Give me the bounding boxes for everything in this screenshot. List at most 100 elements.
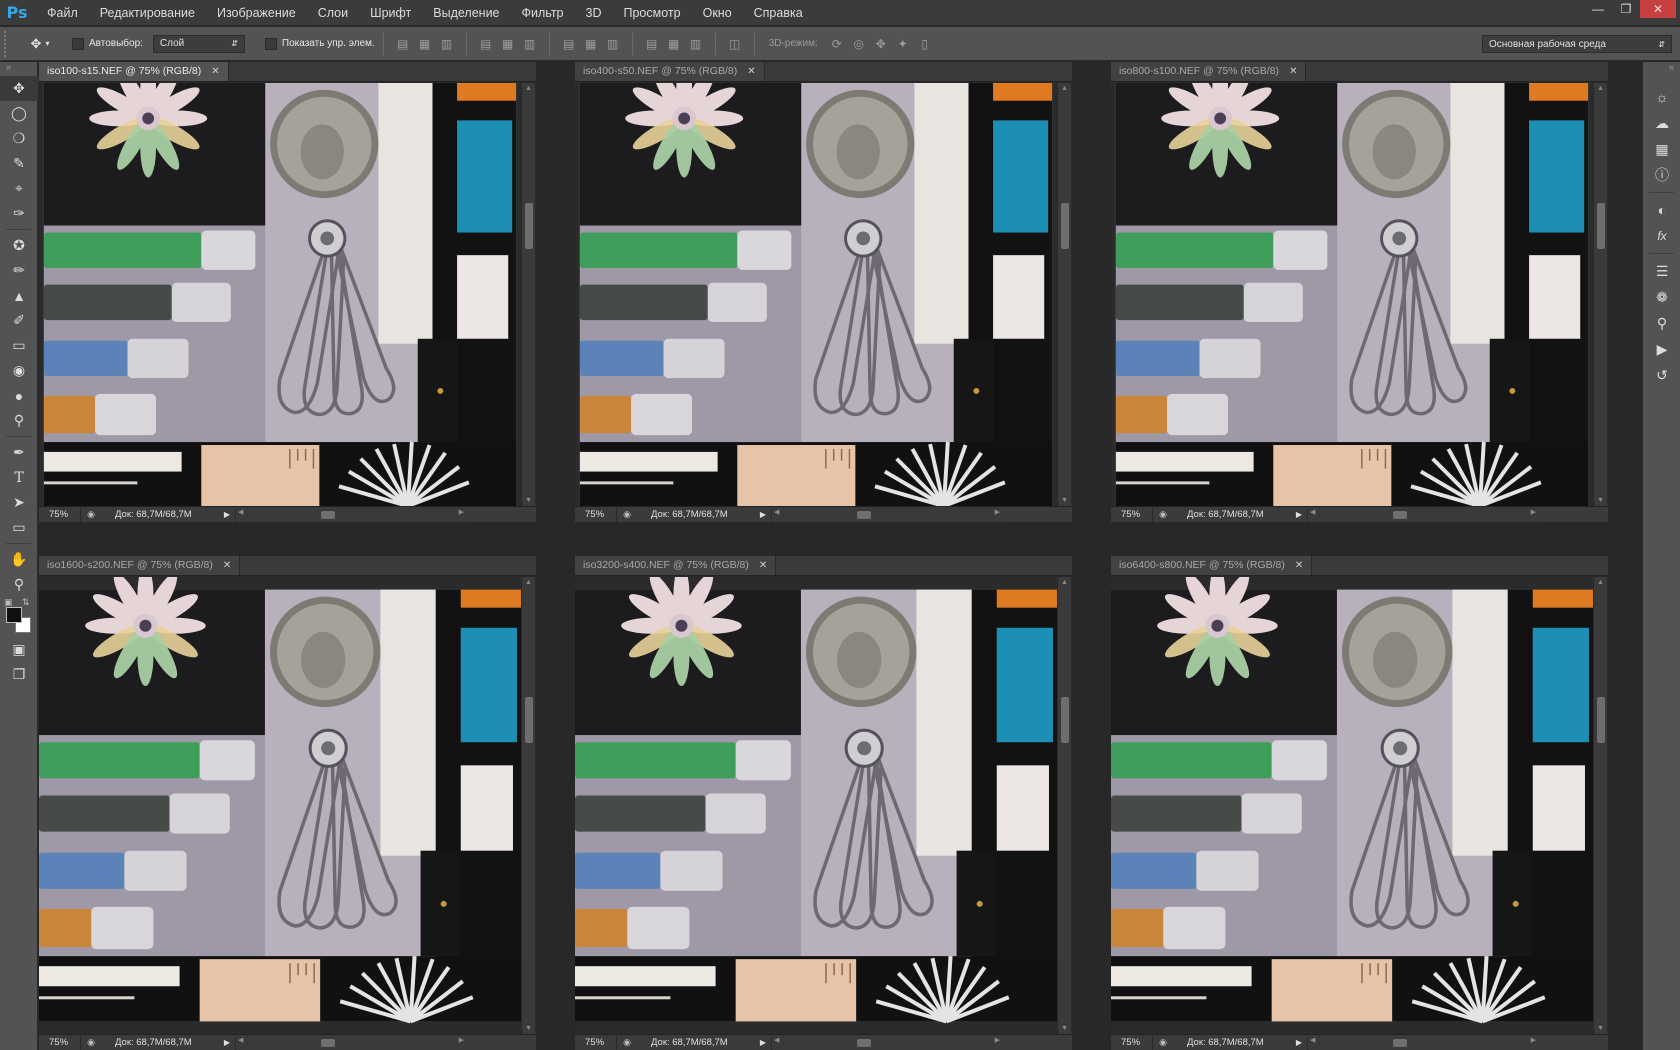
document-window[interactable]: iso3200-s400.NEF @ 75% (RGB/8) ✕ ▲ ▼ 75% ◉… [575,556,1072,1050]
move-icon[interactable]: ✥ [0,76,38,101]
minimize-icon[interactable]: — [1584,0,1612,18]
quick-mask-icon[interactable]: ▣ [0,637,38,662]
distribute-vcenter-icon[interactable]: ▦ [582,35,600,53]
document-window[interactable]: iso800-s100.NEF @ 75% (RGB/8) ✕ ▲ ▼ 75% ◉ … [1111,62,1608,522]
pen-icon[interactable]: ✒ [0,440,38,465]
restore-icon[interactable]: ❐ [1612,0,1640,18]
zoom-field[interactable]: 75% [1111,1035,1153,1050]
horizontal-scrollbar[interactable]: ◀ ▶ [235,507,466,522]
menu-image[interactable]: Изображение [206,0,307,26]
document-tab[interactable]: iso1600-s200.NEF @ 75% (RGB/8) ✕ [39,556,241,575]
scale-3d-icon[interactable]: ▯ [916,35,934,53]
export-icon[interactable]: ◉ [81,509,101,520]
roll-3d-icon[interactable]: ◎ [850,35,868,53]
distribute-right-icon[interactable]: ▥ [687,35,705,53]
menu-file[interactable]: Файл [36,0,89,26]
document-window[interactable]: iso400-s50.NEF @ 75% (RGB/8) ✕ ▲ ▼ 75% ◉ Д… [575,62,1072,522]
scroll-thumb[interactable] [1597,203,1605,249]
status-menu-icon[interactable]: ▶ [755,510,771,519]
menu-help[interactable]: Справка [743,0,814,26]
vertical-scrollbar[interactable]: ▲ ▼ [1593,83,1607,506]
document-canvas[interactable] [39,577,521,1037]
document-canvas[interactable] [575,83,1057,509]
scroll-down-icon[interactable]: ▼ [1061,497,1068,504]
scroll-down-icon[interactable]: ▼ [1061,1025,1068,1032]
horizontal-scrollbar[interactable]: ◀ ▶ [1307,1035,1538,1050]
distribute-bottom-icon[interactable]: ▥ [604,35,622,53]
align-right-icon[interactable]: ▥ [521,35,539,53]
vertical-scrollbar[interactable]: ▲ ▼ [1057,577,1071,1034]
align-left-icon[interactable]: ▤ [477,35,495,53]
menu-window[interactable]: Окно [692,0,743,26]
status-menu-icon[interactable]: ▶ [219,510,235,519]
scroll-right-icon[interactable]: ▶ [459,1036,464,1044]
hand-icon[interactable]: ✋ [0,547,38,572]
horizontal-scrollbar[interactable]: ◀ ▶ [235,1035,466,1050]
horizontal-scrollbar[interactable]: ◀ ▶ [1307,507,1538,522]
distribute-top-icon[interactable]: ▤ [560,35,578,53]
close-tab-icon[interactable]: ✕ [1295,560,1303,571]
scroll-thumb[interactable] [525,697,533,743]
color-icon[interactable]: ◐ [1643,197,1680,223]
swap-colors-icon[interactable]: ⇅ [22,597,30,608]
document-window[interactable]: iso6400-s800.NEF @ 75% (RGB/8) ✕ ▲ ▼ 75% ◉… [1111,556,1608,1050]
scroll-thumb[interactable] [857,511,871,519]
export-icon[interactable]: ◉ [617,1037,637,1048]
status-menu-icon[interactable]: ▶ [1291,510,1307,519]
document-canvas[interactable] [1111,83,1593,509]
pan-3d-icon[interactable]: ✥ [872,35,890,53]
clone-stamp-icon[interactable]: ▲ [0,283,38,308]
styles-icon[interactable]: fx [1643,223,1680,249]
scroll-left-icon[interactable]: ◀ [774,1036,779,1044]
zoom-icon[interactable]: ⚲ [0,572,38,597]
collapse-toolbox-icon[interactable]: » [0,62,37,76]
scroll-thumb[interactable] [321,511,335,519]
adjust-icon[interactable]: ☼ [1643,84,1680,110]
brush-preset-icon[interactable]: ☁ [1643,110,1680,136]
eyedropper-icon[interactable]: ✑ [0,201,38,226]
horizontal-scrollbar[interactable]: ◀ ▶ [771,1035,1002,1050]
menu-layer[interactable]: Слои [307,0,359,26]
status-menu-icon[interactable]: ▶ [1291,1038,1307,1047]
eraser-icon[interactable]: ▭ [0,333,38,358]
scroll-up-icon[interactable]: ▲ [1597,85,1604,92]
menu-edit[interactable]: Редактирование [89,0,206,26]
align-top-icon[interactable]: ▤ [394,35,412,53]
lasso-icon[interactable]: ❍ [0,126,38,151]
horizontal-scrollbar[interactable]: ◀ ▶ [771,507,1002,522]
layers-icon[interactable]: ☰ [1643,258,1680,284]
scroll-left-icon[interactable]: ◀ [1310,1036,1315,1044]
close-tab-icon[interactable]: ✕ [223,560,231,571]
align-hcenter-icon[interactable]: ▦ [499,35,517,53]
scroll-thumb[interactable] [857,1039,871,1047]
actions-icon[interactable]: ▶ [1643,336,1680,362]
zoom-field[interactable]: 75% [575,1035,617,1050]
menu-3d[interactable]: 3D [575,0,613,26]
scroll-left-icon[interactable]: ◀ [238,508,243,516]
history-icon[interactable]: ↺ [1643,362,1680,388]
zoom-field[interactable]: 75% [39,507,81,522]
document-canvas[interactable] [39,83,521,509]
rectangle-icon[interactable]: ▭ [0,515,38,540]
scroll-down-icon[interactable]: ▼ [1597,1025,1604,1032]
scroll-down-icon[interactable]: ▼ [525,497,532,504]
document-tab[interactable]: iso100-s15.NEF @ 75% (RGB/8) ✕ [39,62,229,81]
document-window[interactable]: iso100-s15.NEF @ 75% (RGB/8) ✕ ▲ ▼ 75% ◉ Д… [39,62,536,522]
marquee-icon[interactable]: ◯ [0,101,38,126]
channels-icon[interactable]: ❁ [1643,284,1680,310]
show-transform-checkbox[interactable] [264,37,277,50]
export-icon[interactable]: ◉ [81,1037,101,1048]
scroll-left-icon[interactable]: ◀ [1310,508,1315,516]
type-icon[interactable]: T [0,465,38,490]
crop-icon[interactable]: ⌖ [0,176,38,201]
scroll-up-icon[interactable]: ▲ [1597,579,1604,586]
scroll-right-icon[interactable]: ▶ [995,1036,1000,1044]
zoom-field[interactable]: 75% [39,1035,81,1050]
scroll-up-icon[interactable]: ▲ [1061,85,1068,92]
dodge-icon[interactable]: ⚲ [0,408,38,433]
distribute-left-icon[interactable]: ▤ [643,35,661,53]
scroll-thumb[interactable] [1597,697,1605,743]
scroll-right-icon[interactable]: ▶ [459,508,464,516]
foreground-color-swatch[interactable] [6,607,22,623]
document-canvas[interactable] [1111,577,1593,1037]
